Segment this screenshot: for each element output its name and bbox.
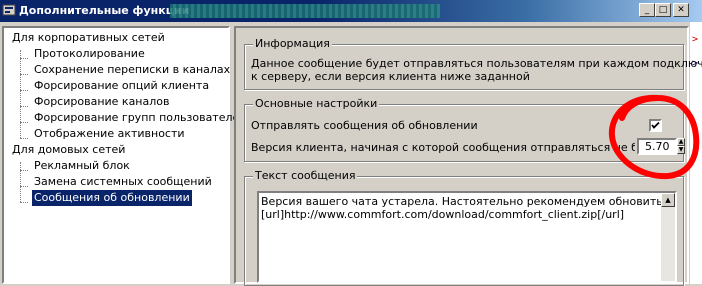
send-updates-checkbox[interactable]	[649, 119, 662, 132]
tree-connector	[20, 50, 21, 138]
send-updates-label: Отправлять сообщения об обновлении	[251, 119, 478, 132]
info-groupbox: Информация Данное сообщение будет отправ…	[244, 37, 702, 90]
tree-item-logging[interactable]: Протоколирование	[32, 46, 147, 62]
background-glyph: >	[692, 34, 699, 45]
titlebar-decoration	[170, 4, 440, 18]
tree-connector	[20, 202, 28, 203]
info-text-line2: к серверу, если версия клиента ниже зада…	[251, 70, 530, 83]
spin-down-icon[interactable]: ▼	[677, 146, 685, 154]
tree-connector	[20, 58, 28, 59]
maximize-button[interactable]: □	[655, 3, 671, 17]
tree-item-force-channels[interactable]: Форсирование каналов	[32, 94, 171, 110]
tree-group-corporate[interactable]: Для корпоративных сетей	[10, 30, 167, 46]
tree-item-force-client-options[interactable]: Форсирование опций клиента	[32, 78, 211, 94]
tree-connector	[20, 106, 28, 107]
message-line: [url]http://www.commfort.com/download/co…	[261, 208, 625, 221]
close-button[interactable]: ✕	[673, 3, 689, 17]
tree-connector	[20, 186, 28, 187]
settings-panel: Информация Данное сообщение будет отправ…	[234, 26, 702, 286]
info-text-line1: Данное сообщение будет отправляться поль…	[251, 57, 702, 70]
info-caption: Информация	[253, 37, 332, 51]
client-version-label: Версия клиента, начиная с которой сообще…	[251, 141, 635, 154]
tree-item-activity-display[interactable]: Отображение активности	[32, 126, 187, 142]
client-version-spinner[interactable]: ▲ ▼	[677, 138, 685, 155]
tree-item-channel-history[interactable]: Сохранение переписки в каналах	[32, 62, 232, 78]
tree-connector	[20, 74, 28, 75]
tree-group-home[interactable]: Для домовых сетей	[10, 142, 127, 158]
message-scrollbar[interactable]: ▲	[661, 193, 675, 281]
window-title: Дополнительные функции	[19, 4, 190, 17]
tree-connector	[20, 138, 28, 139]
tree-item-force-user-groups[interactable]: Форсирование групп пользователей	[32, 110, 248, 126]
tree-item-ad-block[interactable]: Рекламный блок	[32, 158, 132, 174]
main-settings-groupbox: Основные настройки Отправлять сообщения …	[244, 97, 685, 162]
message-text-area[interactable]: Версия вашего чата устарела. Настоятельн…	[257, 191, 677, 283]
tree-connector	[20, 170, 28, 171]
app-icon	[2, 4, 16, 16]
tree-connector	[20, 122, 28, 123]
tree-item-system-messages[interactable]: Замена системных сообщений	[32, 174, 214, 190]
title-bar[interactable]: Дополнительные функции	[0, 0, 702, 22]
tree-connector	[20, 90, 28, 91]
message-groupbox: Текст сообщения Версия вашего чата устар…	[244, 169, 684, 286]
tree-connector	[20, 162, 21, 202]
tree-item-update-messages[interactable]: Сообщения об обновлении	[32, 190, 192, 206]
checkmark-icon	[651, 121, 660, 129]
client-version-input[interactable]: 5.70	[637, 138, 677, 155]
settings-tree[interactable]: Для корпоративных сетей Протоколирование…	[2, 26, 246, 284]
spin-up-icon[interactable]: ▲	[677, 138, 685, 146]
message-caption: Текст сообщения	[253, 169, 358, 183]
minimize-button[interactable]: _	[639, 3, 655, 17]
scroll-up-icon[interactable]: ▲	[661, 193, 675, 207]
main-settings-caption: Основные настройки	[253, 97, 380, 111]
message-line: Версия вашего чата устарела. Настоятельн…	[261, 195, 668, 208]
